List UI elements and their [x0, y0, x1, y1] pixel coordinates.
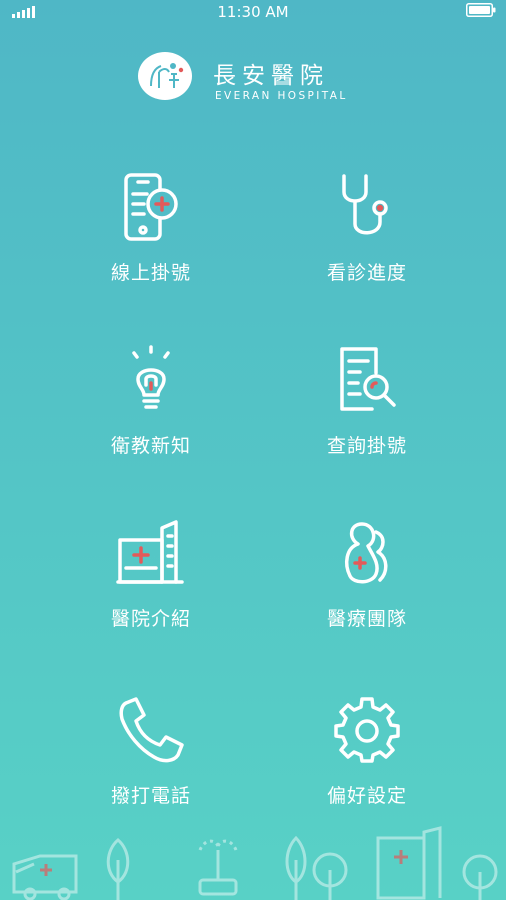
- menu-hospital-introduction[interactable]: 醫院介紹: [76, 518, 226, 658]
- tree-icon: [106, 838, 130, 900]
- menu-label: 撥打電話: [110, 785, 191, 807]
- stethoscope-icon: [332, 172, 402, 242]
- menu-label: 線上掛號: [110, 262, 191, 284]
- gear-icon: [332, 695, 402, 765]
- menu-label: 偏好設定: [326, 785, 407, 807]
- round-tree-icon: [462, 854, 498, 900]
- telephone-icon: [116, 695, 186, 765]
- hospital-name-en: EVERAN HOSPITAL: [215, 90, 348, 102]
- battery-icon: [466, 3, 496, 17]
- menu-registration-query[interactable]: 查詢掛號: [292, 345, 442, 485]
- hospital-emblem-icon: [138, 52, 192, 100]
- status-bar: 11:30 AM: [0, 0, 506, 24]
- ambulance-icon: [12, 854, 78, 900]
- fountain-icon: [198, 839, 238, 896]
- hospital-footer-icon: [376, 826, 442, 900]
- menu-online-registration[interactable]: 線上掛號: [76, 172, 226, 312]
- status-time: 11:30 AM: [217, 3, 289, 21]
- menu-medical-team[interactable]: 醫療團隊: [292, 518, 442, 658]
- menu-label: 看診進度: [326, 262, 407, 284]
- document-search-icon: [332, 345, 402, 415]
- hospital-logo: 長安醫院 EVERAN HOSPITAL: [137, 50, 357, 106]
- menu-label: 查詢掛號: [326, 435, 407, 457]
- menu-label: 醫院介紹: [110, 608, 191, 630]
- menu-preferences[interactable]: 偏好設定: [292, 695, 442, 835]
- menu-label: 醫療團隊: [326, 608, 407, 630]
- menu-call[interactable]: 撥打電話: [76, 695, 226, 835]
- hospital-building-icon: [116, 518, 186, 588]
- trees-icon: [285, 835, 348, 900]
- phone-medical-icon: [116, 172, 186, 242]
- menu-label: 衛教新知: [110, 435, 191, 457]
- lightbulb-icon: [116, 345, 186, 415]
- doctor-team-icon: [332, 518, 402, 588]
- hospital-name-cn: 長安醫院: [213, 63, 329, 89]
- footer-scenery: [12, 826, 498, 900]
- menu-consultation-progress[interactable]: 看診進度: [292, 172, 442, 312]
- menu-health-education[interactable]: 衛教新知: [76, 345, 226, 485]
